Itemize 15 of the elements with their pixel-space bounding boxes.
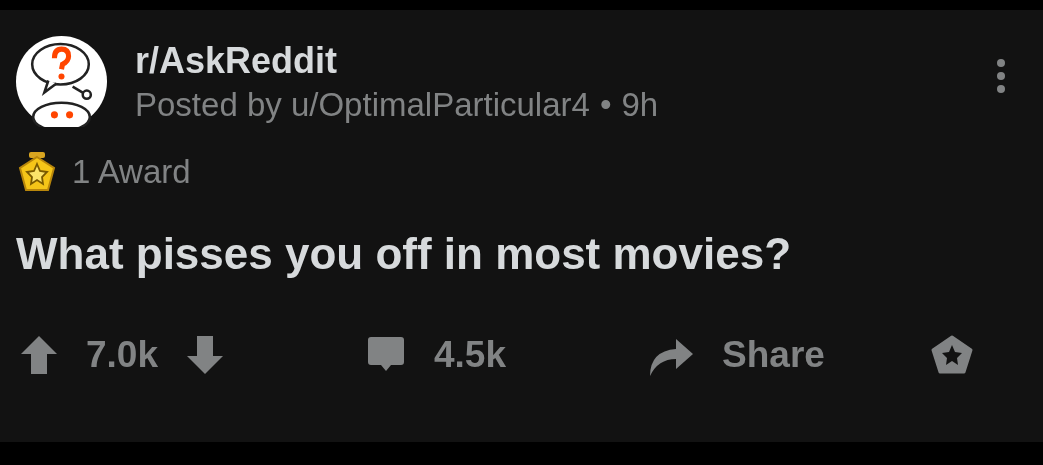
subreddit-avatar-icon[interactable] bbox=[16, 36, 107, 127]
upvote-icon[interactable] bbox=[20, 335, 58, 375]
subreddit-name[interactable]: r/AskReddit bbox=[135, 39, 659, 82]
share-button[interactable]: Share bbox=[722, 334, 825, 376]
post-age: 9h bbox=[621, 85, 659, 124]
more-options-icon[interactable] bbox=[995, 58, 1007, 94]
post-author[interactable]: Posted by u/OptimalParticular4 bbox=[135, 85, 590, 124]
vote-count: 7.0k bbox=[86, 334, 158, 376]
comment-count[interactable]: 4.5k bbox=[434, 334, 507, 376]
post-title[interactable]: What pisses you off in most movies? bbox=[16, 229, 1027, 279]
award-icon bbox=[18, 151, 56, 193]
award-count[interactable]: 1 Award bbox=[72, 153, 191, 191]
separator-dot: • bbox=[599, 85, 612, 124]
award-icon[interactable] bbox=[930, 335, 973, 375]
downvote-icon[interactable] bbox=[186, 335, 224, 375]
